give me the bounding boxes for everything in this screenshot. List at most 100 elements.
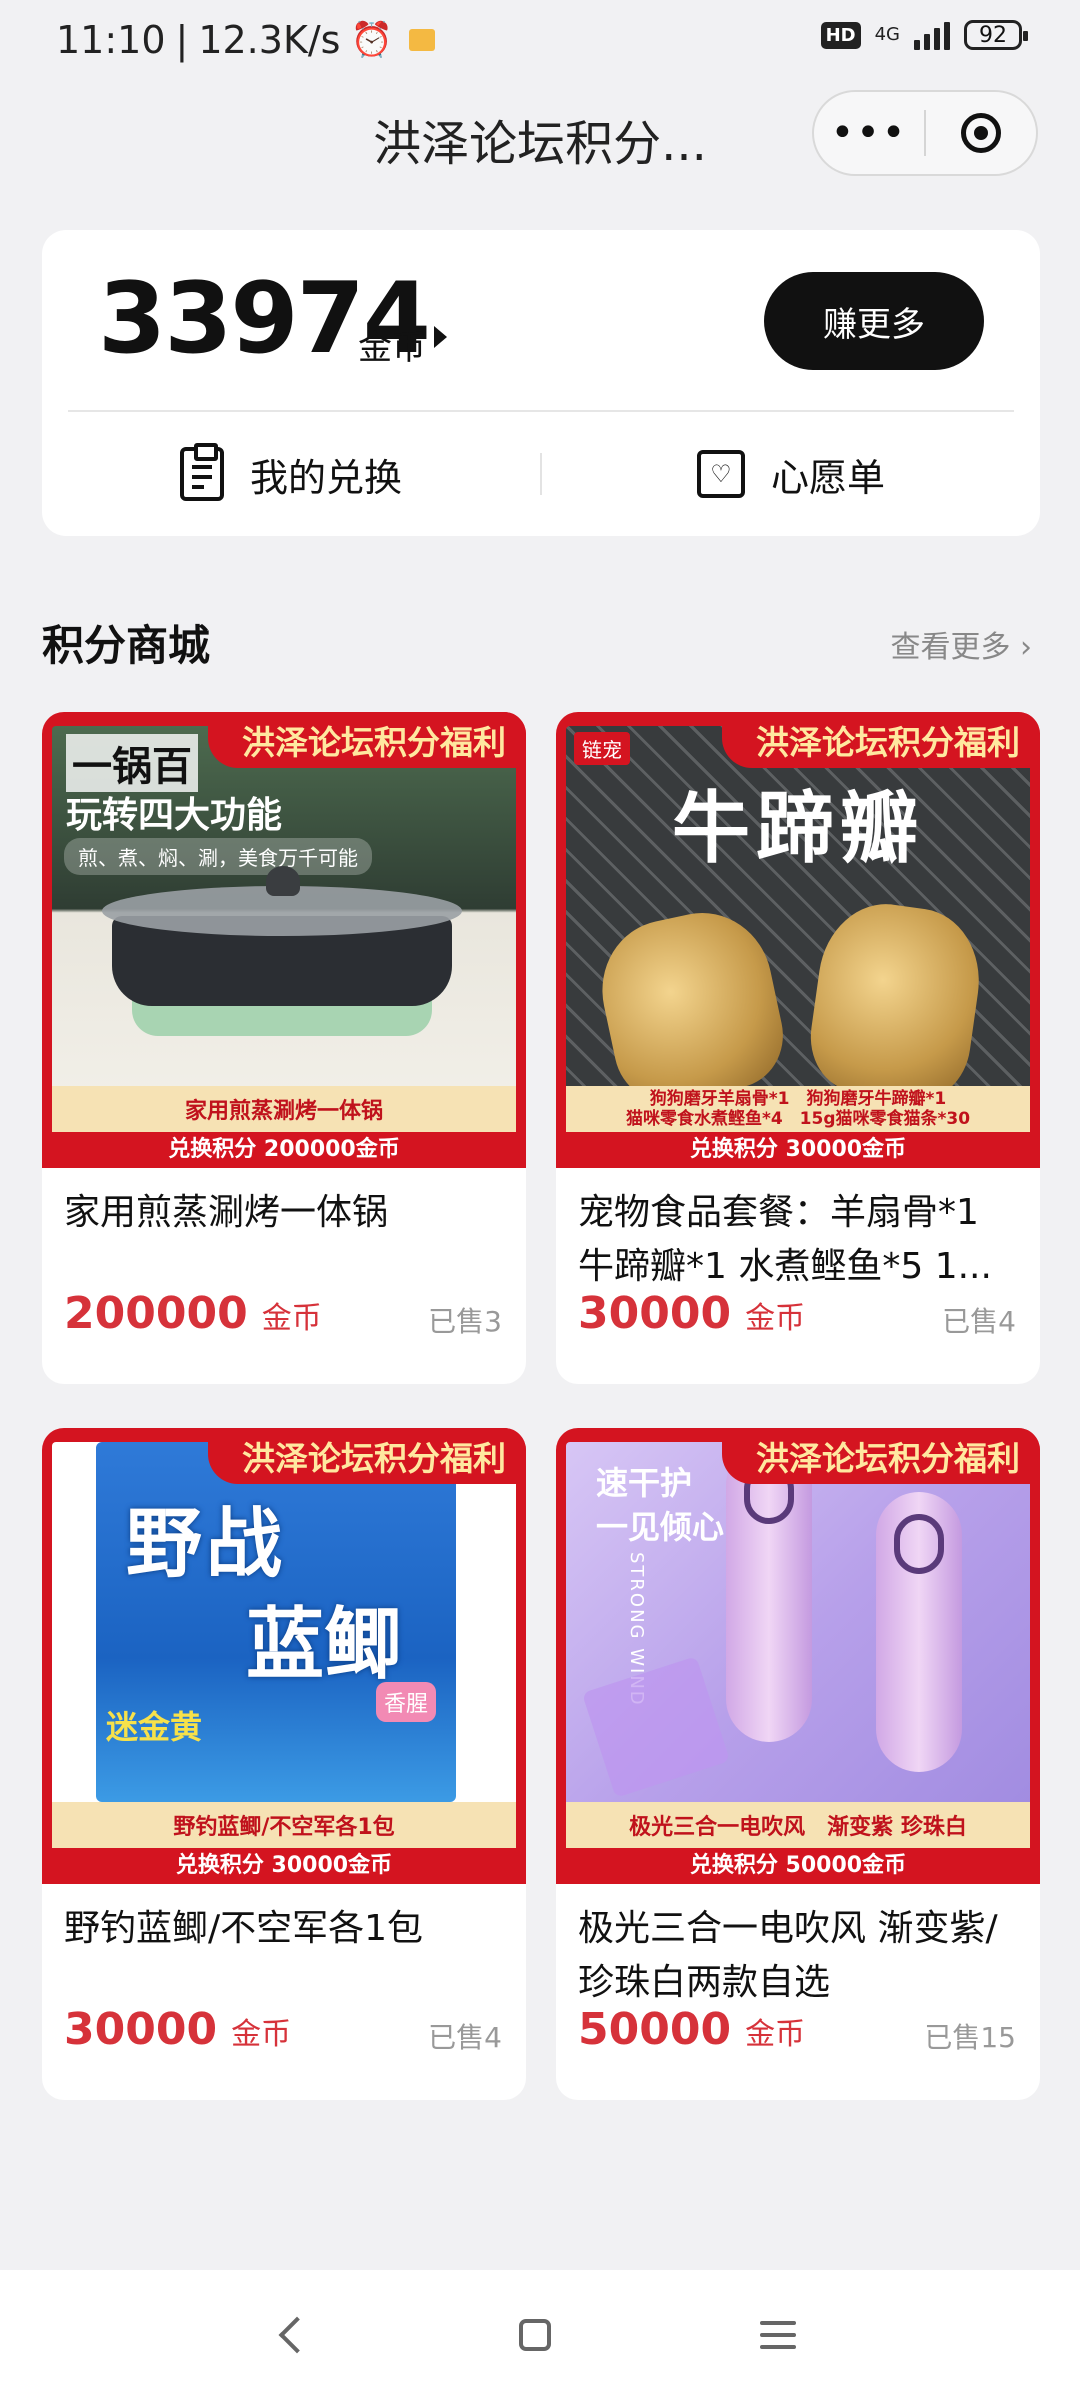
home-icon[interactable] (518, 2319, 551, 2351)
price-unit: 金币 (745, 2017, 806, 2052)
product-image[interactable]: 一锅百 玩转四大功能 煎、煮、焖、涮，美食万千可能 洪泽论坛积分福利 家用煎蒸涮… (42, 712, 526, 1168)
target-icon (960, 113, 1001, 153)
bag-text: 蓝鲫 (246, 1600, 403, 1690)
close-miniprogram-button[interactable] (926, 113, 1036, 153)
hd-badge: HD (820, 21, 861, 49)
status-time: 11:10 (56, 18, 166, 62)
alarm-icon: ⏰ (350, 20, 393, 60)
image-caption: 狗狗磨牙羊扇骨*1 狗狗磨牙牛蹄瓣*1 猫咪零食水煮鲣鱼*4 15g猫咪零食猫条… (566, 1086, 1030, 1132)
promo-tag: 洪泽论坛积分福利 (722, 1428, 1040, 1484)
product-price: 50000 金币 (578, 2004, 805, 2055)
price-unit: 金币 (261, 1301, 322, 1336)
pot-knob-shape (266, 866, 300, 896)
product-card[interactable]: 野战 蓝鲫 香腥 迷金黄 洪泽论坛积分福利 野钓蓝鲫/不空军各1包 兑换积分 3… (42, 1428, 526, 2100)
product-card[interactable]: 速干护 一见倾心 STRONG WIND 洪泽论坛积分福利 极光三合一电吹风 渐… (556, 1428, 1040, 2100)
menu-icon[interactable] (759, 2321, 796, 2349)
wishlist-link[interactable]: ♡ 心愿单 (542, 447, 1040, 502)
image-headline: 速干护 (596, 1464, 693, 1502)
price-unit: 金币 (745, 1301, 806, 1336)
bag-text: 迷金黄 (106, 1708, 203, 1746)
product-photo: 一锅百 玩转四大功能 煎、煮、焖、涮，美食万千可能 (52, 726, 516, 1132)
product-name: 极光三合一电吹风 渐变紫/珍珠白两款自选 (578, 1908, 998, 2003)
redeem-points-banner: 兑换积分 50000金币 (689, 1853, 907, 1878)
mini-program-capsule: ••• (812, 90, 1038, 176)
product-photo: 速干护 一见倾心 STRONG WIND (566, 1442, 1030, 1848)
heart-icon: ♡ (696, 450, 745, 498)
hair-dryer-shape (726, 1442, 812, 1742)
product-card[interactable]: 一锅百 玩转四大功能 煎、煮、焖、涮，美食万千可能 洪泽论坛积分福利 家用煎蒸涮… (42, 712, 526, 1384)
points-unit[interactable]: 金币 (358, 320, 426, 369)
price-value: 200000 (64, 1288, 248, 1339)
image-headline: 一锅百 (66, 734, 198, 792)
product-photo: 野战 蓝鲫 香腥 迷金黄 (52, 1442, 516, 1848)
caption-line: 猫咪零食水煮鲣鱼*4 15g猫咪零食猫条*30 (625, 1109, 971, 1129)
my-redeem-label: 我的兑换 (249, 455, 402, 500)
network-type: 4G (874, 24, 900, 45)
battery-level: 92 (979, 22, 1007, 48)
product-name: 宠物食品套餐：羊扇骨*1 牛蹄瓣*1 水煮鲣鱼*5 1... (578, 1192, 992, 1287)
section-title: 积分商城 (42, 621, 211, 670)
my-redeem-link[interactable]: 我的兑换 (42, 443, 540, 502)
image-caption: 极光三合一电吹风 渐变紫 珍珠白 (566, 1802, 1030, 1848)
back-icon[interactable] (278, 2316, 316, 2354)
price-value: 30000 (578, 1288, 732, 1339)
points-card: 33974 金币 赚更多 我的兑换 ♡ 心愿单 (42, 230, 1040, 536)
see-more-label: 查看更多 (890, 630, 1011, 665)
hoof-shape (803, 895, 989, 1107)
battery-icon: 92 (964, 20, 1028, 50)
sold-count: 已售3 (428, 1305, 502, 1338)
promo-tag: 洪泽论坛积分福利 (722, 712, 1040, 768)
price-value: 50000 (578, 2004, 732, 2055)
status-speed: 12.3K/s (198, 18, 341, 62)
see-more-link[interactable]: 查看更多 › (890, 622, 1032, 666)
price-value: 30000 (64, 2004, 218, 2055)
product-price: 30000 金币 (64, 2004, 291, 2055)
signal-icon (914, 20, 950, 50)
image-subheadline: 一见倾心 (596, 1508, 725, 1546)
redeem-points-banner: 兑换积分 30000金币 (689, 1137, 907, 1162)
card-links: 我的兑换 ♡ 心愿单 (42, 412, 1040, 536)
image-caption: 野钓蓝鲫/不空军各1包 (52, 1802, 516, 1848)
image-caption: 家用煎蒸涮烤一体锅 (52, 1086, 516, 1132)
bag-badge: 香腥 (375, 1682, 436, 1722)
image-subheadline: 玩转四大功能 (66, 795, 283, 836)
status-right: HD 4G 92 (820, 20, 1028, 50)
clipboard-icon (179, 443, 224, 501)
product-image[interactable]: 链宠 牛蹄瓣 洪泽论坛积分福利 狗狗磨牙羊扇骨*1 狗狗磨牙牛蹄瓣*1 猫咪零食… (556, 712, 1040, 1168)
system-nav-bar (0, 2270, 1080, 2400)
promo-tag: 洪泽论坛积分福利 (208, 712, 526, 768)
notification-icon (408, 29, 435, 51)
bag-text: 野战 (126, 1499, 286, 1588)
product-image[interactable]: 野战 蓝鲫 香腥 迷金黄 洪泽论坛积分福利 野钓蓝鲫/不空军各1包 兑换积分 3… (42, 1428, 526, 1884)
product-image[interactable]: 速干护 一见倾心 STRONG WIND 洪泽论坛积分福利 极光三合一电吹风 渐… (556, 1428, 1040, 1884)
product-price: 30000 金币 (578, 1288, 805, 1339)
product-photo: 链宠 牛蹄瓣 (566, 726, 1030, 1132)
product-price: 200000 金币 (64, 1288, 322, 1339)
price-unit: 金币 (231, 2017, 292, 2052)
hoof-shape (589, 900, 793, 1112)
earn-more-button[interactable]: 赚更多 (764, 272, 984, 370)
title-bar: 洪泽论坛积分... ••• (0, 90, 1080, 186)
product-card[interactable]: 链宠 牛蹄瓣 洪泽论坛积分福利 狗狗磨牙羊扇骨*1 狗狗磨牙牛蹄瓣*1 猫咪零食… (556, 712, 1040, 1384)
wishlist-label: 心愿单 (770, 455, 885, 500)
image-tagline: 煎、煮、焖、涮，美食万千可能 (64, 838, 372, 875)
status-left: 11:10 | 12.3K/s ⏰ (56, 18, 435, 62)
chevron-right-icon: › (1020, 630, 1032, 665)
brand-logo: 链宠 (574, 732, 630, 765)
product-name: 家用煎蒸涮烤一体锅 (64, 1192, 389, 1233)
status-bar: 11:10 | 12.3K/s ⏰ HD 4G 92 (0, 0, 1080, 84)
caption-line: 狗狗磨牙羊扇骨*1 狗狗磨牙牛蹄瓣*1 (649, 1089, 947, 1109)
sold-count: 已售4 (428, 2021, 502, 2054)
promo-tag: 洪泽论坛积分福利 (208, 1428, 526, 1484)
bait-bag-shape: 野战 蓝鲫 香腥 迷金黄 (96, 1442, 456, 1802)
sold-count: 已售15 (924, 2021, 1016, 2054)
caret-right-icon[interactable] (434, 326, 447, 348)
image-headline: 牛蹄瓣 (671, 784, 924, 874)
more-dots-icon[interactable]: ••• (814, 113, 924, 153)
redeem-points-banner: 兑换积分 30000金币 (175, 1853, 393, 1878)
cube-shape (581, 1656, 731, 1798)
sold-count: 已售4 (942, 1305, 1016, 1338)
hair-dryer-shape (876, 1492, 962, 1772)
product-name: 野钓蓝鲫/不空军各1包 (64, 1908, 424, 1949)
status-separator: | (175, 18, 189, 62)
